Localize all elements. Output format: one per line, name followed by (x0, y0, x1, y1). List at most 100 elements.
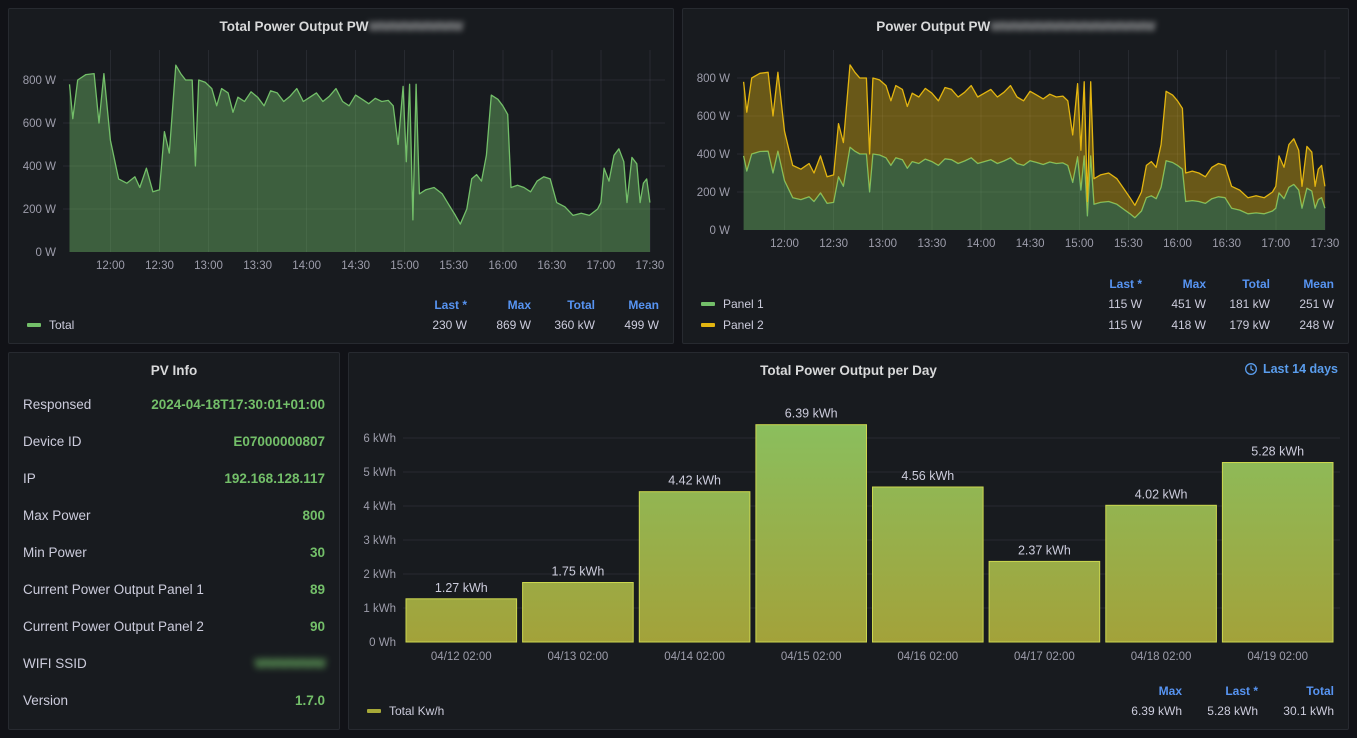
legend-stat-header-total[interactable]: Total (531, 298, 595, 312)
pv-info-value: 800 (302, 508, 325, 523)
legend-header-row: Last *MaxTotalMean (701, 275, 1334, 293)
legend-stat-value: 451 W (1142, 297, 1206, 311)
pv-info-value: 192.168.128.117 (224, 471, 325, 486)
x-tick-label: 04/14 02:00 (664, 651, 725, 663)
pv-info-label: Responsed (23, 397, 91, 412)
legend-stat-header-last[interactable]: Last * (403, 298, 467, 312)
legend-stat-value: 115 W (1078, 297, 1142, 311)
panel-title-total-power[interactable]: Total Power Output PWWWWWWWWW (17, 16, 665, 40)
legend-row-total-kw-h: Total Kw/h6.39 kWh5.28 kWh30.1 kWh (367, 700, 1334, 721)
legend-stat-header-max[interactable]: Max (1142, 277, 1206, 291)
legend-item-label: Panel 1 (723, 297, 764, 311)
x-tick-label: 14:30 (341, 260, 370, 272)
bar-value-label: 2.37 kWh (1018, 543, 1071, 557)
pv-info-value: WWWWWW (255, 656, 325, 671)
legend-item-panel-2[interactable]: Panel 2 (701, 318, 764, 332)
x-tick-label: 04/15 02:00 (781, 651, 842, 663)
time-range-label: Last 14 days (1263, 362, 1338, 376)
bar-04-13-02-00[interactable] (523, 583, 634, 643)
bar-value-label: 4.42 kWh (668, 474, 721, 488)
legend-stat-header-total[interactable]: Total (1206, 277, 1270, 291)
power-output-time-series-plot[interactable]: 12:0012:3013:0013:3014:0014:3015:0015:30… (691, 40, 1340, 258)
y-tick-label: 0 W (36, 247, 57, 259)
panel-total-power-output: Total Power Output PWWWWWWWWW 12:0012:30… (8, 8, 674, 344)
pv-info-value: 89 (310, 582, 325, 597)
x-tick-label: 17:30 (636, 260, 665, 272)
legend-stat-header-last[interactable]: Last * (1078, 277, 1142, 291)
y-tick-label: 800 W (23, 75, 56, 87)
time-range-link[interactable]: Last 14 days (1244, 362, 1338, 376)
bar-04-16-02-00[interactable] (873, 487, 984, 642)
panel-title-per-day[interactable]: Total Power Output per Day (357, 360, 1340, 384)
bar-04-12-02-00[interactable] (406, 599, 517, 642)
y-tick-label: 2 kWh (363, 569, 396, 581)
bar-04-19-02-00[interactable] (1222, 463, 1333, 643)
legend-stat-value: 230 W (403, 318, 467, 332)
legend-per-day: MaxLast *TotalTotal Kw/h6.39 kWh5.28 kWh… (357, 682, 1340, 721)
y-tick-label: 0 W (710, 225, 731, 237)
legend-item-label: Total (49, 318, 74, 332)
legend-stat-header-max[interactable]: Max (1106, 684, 1182, 698)
legend-stat-header-max[interactable]: Max (467, 298, 531, 312)
legend-stat-value: 30.1 kWh (1258, 704, 1334, 718)
pv-info-value: 30 (310, 545, 325, 560)
legend-header-row: MaxLast *Total (367, 682, 1334, 700)
x-tick-label: 12:00 (770, 238, 799, 250)
pv-info-row-wifi-ssid: WIFI SSIDWWWWWW (17, 645, 331, 682)
pv-info-value: 90 (310, 619, 325, 634)
bar-value-label: 5.28 kWh (1251, 445, 1304, 459)
legend-stat-header-mean[interactable]: Mean (595, 298, 659, 312)
pv-info-value: E07000000807 (233, 434, 325, 449)
legend-stat-value: 251 W (1270, 297, 1334, 311)
x-tick-label: 12:30 (819, 238, 848, 250)
bar-04-17-02-00[interactable] (989, 561, 1100, 642)
bar-04-14-02-00[interactable] (639, 492, 750, 642)
legend-stat-value: 5.28 kWh (1182, 704, 1258, 718)
series-area-total[interactable] (70, 65, 650, 252)
y-tick-label: 800 W (697, 73, 730, 85)
pv-info-table: Responsed2024-04-18T17:30:01+01:00Device… (17, 384, 331, 719)
panel-title-power-output[interactable]: Power Output PWWWWWWWWWWWWWWW (691, 16, 1340, 40)
panel-title-pv-info[interactable]: PV Info (17, 360, 331, 384)
legend-item-panel-1[interactable]: Panel 1 (701, 297, 764, 311)
y-tick-label: 0 Wh (369, 637, 396, 649)
legend-item-label: Total Kw/h (389, 704, 444, 718)
total-power-time-series-plot[interactable]: 12:0012:3013:0013:3014:0014:3015:0015:30… (17, 40, 665, 280)
x-tick-label: 16:00 (488, 260, 517, 272)
bar-04-18-02-00[interactable] (1106, 505, 1217, 642)
pv-info-row-responsed: Responsed2024-04-18T17:30:01+01:00 (17, 386, 331, 423)
legend-stat-header-mean[interactable]: Mean (1270, 277, 1334, 291)
y-tick-label: 3 kWh (363, 535, 396, 547)
x-tick-label: 16:00 (1163, 238, 1192, 250)
x-tick-label: 17:00 (587, 260, 616, 272)
series-color-swatch (701, 302, 715, 306)
bar-value-label: 6.39 kWh (785, 407, 838, 421)
pv-info-label: Max Power (23, 508, 91, 523)
legend-row-total: Total230 W869 W360 kW499 W (27, 314, 659, 335)
y-tick-label: 400 W (23, 161, 56, 173)
x-tick-label: 16:30 (1212, 238, 1241, 250)
legend-stat-header-last[interactable]: Last * (1182, 684, 1258, 698)
per-day-bar-plot[interactable]: 0 Wh1 kWh2 kWh3 kWh4 kWh5 kWh6 kWh1.27 k… (357, 384, 1340, 680)
legend-stat-value: 248 W (1270, 318, 1334, 332)
legend-stat-header-total[interactable]: Total (1258, 684, 1334, 698)
x-tick-label: 15:00 (1065, 238, 1094, 250)
panel-title-redacted-text: WWWWWWWWWWWWWW (990, 19, 1154, 34)
legend-header-row: Last *MaxTotalMean (27, 296, 659, 314)
pv-info-row-min-power: Min Power30 (17, 534, 331, 571)
bar-value-label: 4.02 kWh (1135, 487, 1188, 501)
x-tick-label: 13:30 (243, 260, 272, 272)
x-tick-label: 15:30 (439, 260, 468, 272)
grafana-dashboard: Total Power Output PWWWWWWWWW 12:0012:30… (0, 0, 1357, 738)
pv-info-label: Current Power Output Panel 1 (23, 582, 204, 597)
legend-total-power: Last *MaxTotalMeanTotal230 W869 W360 kW4… (17, 296, 665, 335)
legend-item-total[interactable]: Total (27, 318, 74, 332)
bar-04-15-02-00[interactable] (756, 425, 867, 642)
pv-info-label: Current Power Output Panel 2 (23, 619, 204, 634)
legend-item-total-kw-h[interactable]: Total Kw/h (367, 704, 444, 718)
y-tick-label: 200 W (697, 187, 730, 199)
y-tick-label: 400 W (697, 149, 730, 161)
legend-stat-value: 360 kW (531, 318, 595, 332)
legend-stat-value: 179 kW (1206, 318, 1270, 332)
panel-title-redacted-text: WWWWWWWW (369, 19, 463, 34)
